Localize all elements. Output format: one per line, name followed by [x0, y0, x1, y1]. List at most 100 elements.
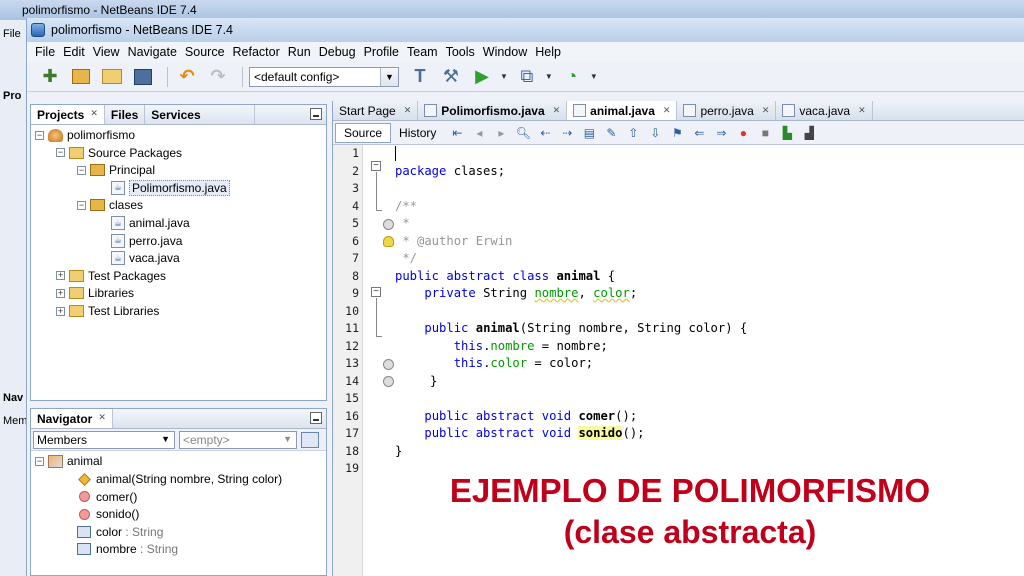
save-all-button[interactable] [130, 65, 156, 89]
tree-item[interactable]: ☕ Polimorfismo.java [98, 179, 230, 197]
collapse-icon[interactable]: − [35, 456, 44, 466]
tree-item[interactable]: − polimorfismo [35, 126, 135, 144]
close-icon[interactable]: ✕ [404, 105, 412, 116]
undo-button[interactable]: ↶ [174, 65, 200, 89]
next-bookmark-icon[interactable]: ⇩ [646, 125, 664, 141]
navigator-root-class[interactable]: − animal [35, 452, 102, 470]
navigator-member[interactable]: nombre : String [77, 540, 178, 558]
start-macro-icon[interactable]: ● [734, 125, 752, 141]
uncomment-icon[interactable]: ▟ [800, 125, 818, 141]
new-file-button[interactable]: ✚ [37, 65, 63, 89]
close-icon[interactable]: ✕ [553, 105, 561, 116]
menu-debug[interactable]: Debug [315, 45, 360, 59]
menu-navigate[interactable]: Navigate [124, 45, 181, 59]
members-filter-select[interactable]: Members ▼ [33, 430, 175, 449]
navigator-member[interactable]: animal(String nombre, String color) [77, 470, 282, 488]
redo-button[interactable]: ↷ [205, 65, 231, 89]
fold-collapse-icon[interactable]: − [371, 161, 381, 171]
shift-left-icon[interactable]: ⇐ [690, 125, 708, 141]
close-icon[interactable]: ✕ [98, 412, 106, 428]
tree-item[interactable]: + Test Packages [56, 267, 166, 285]
navigator-member[interactable]: comer() [77, 488, 137, 506]
menu-help[interactable]: Help [531, 45, 565, 59]
scope-select[interactable]: <empty> ▼ [179, 430, 297, 449]
menu-team[interactable]: Team [403, 45, 442, 59]
comment-icon[interactable]: ▙ [778, 125, 796, 141]
tab-animal-java[interactable]: animal.java ✕ [567, 101, 678, 120]
minimize-icon[interactable] [310, 108, 322, 120]
tree-item[interactable]: − Source Packages [56, 144, 182, 162]
navigator-member[interactable]: color : String [77, 523, 163, 541]
toggle-bookmark-icon[interactable]: ⚑ [668, 125, 686, 141]
expand-icon[interactable]: + [56, 288, 65, 298]
tab-services[interactable]: Services [145, 105, 256, 124]
stop-macro-icon[interactable]: ■ [756, 125, 774, 141]
hint-bulb-icon[interactable] [383, 236, 394, 247]
toggle-highlight-icon[interactable]: ✎ [602, 125, 620, 141]
find-icon[interactable]: 🔍︎ [514, 125, 532, 141]
minimize-icon[interactable] [310, 412, 322, 424]
tree-item[interactable]: − Principal [77, 161, 155, 179]
implemented-by-icon[interactable] [383, 376, 394, 387]
filter-options-icon[interactable] [301, 431, 319, 448]
menu-view[interactable]: View [89, 45, 124, 59]
find-selection-icon[interactable]: ▤ [580, 125, 598, 141]
collapse-icon[interactable]: − [77, 200, 86, 210]
collapse-icon[interactable]: − [56, 148, 65, 158]
collapse-icon[interactable]: − [77, 165, 86, 175]
clean-build-button[interactable]: ⚒ [438, 65, 464, 89]
forward-icon[interactable]: ▸ [492, 125, 510, 141]
tab-perro-java[interactable]: perro.java ✕ [677, 101, 777, 120]
back-icon[interactable]: ◂ [470, 125, 488, 141]
profile-dropdown-icon[interactable]: ▼ [590, 72, 598, 81]
expand-icon[interactable]: + [56, 271, 65, 281]
profile-button[interactable]: ◔ [559, 65, 585, 89]
new-project-button[interactable] [68, 65, 94, 89]
fold-collapse-icon[interactable]: − [371, 287, 381, 297]
menu-refactor[interactable]: Refactor [229, 45, 284, 59]
menu-file[interactable]: File [31, 45, 59, 59]
last-edit-icon[interactable]: ⇤ [448, 125, 466, 141]
tree-item[interactable]: + Libraries [56, 284, 134, 302]
config-select[interactable]: <default config> ▼ [249, 66, 399, 87]
menu-run[interactable]: Run [284, 45, 315, 59]
debug-button[interactable]: ⧉ [514, 65, 540, 89]
close-icon[interactable]: ✕ [858, 105, 866, 116]
expand-icon[interactable]: + [56, 306, 65, 316]
close-icon[interactable]: ✕ [762, 105, 770, 116]
close-icon[interactable]: ✕ [663, 105, 671, 116]
build-button[interactable]: T [407, 65, 433, 89]
shift-right-icon[interactable]: ⇒ [712, 125, 730, 141]
run-button[interactable]: ▶ [469, 65, 495, 89]
menu-edit[interactable]: Edit [59, 45, 89, 59]
run-dropdown-icon[interactable]: ▼ [500, 72, 508, 81]
menu-window[interactable]: Window [479, 45, 531, 59]
tree-item[interactable]: ☕ animal.java [98, 214, 190, 232]
collapse-icon[interactable]: − [35, 130, 44, 140]
tree-item[interactable]: ☕ vaca.java [98, 249, 180, 267]
history-view-button[interactable]: History [393, 124, 442, 142]
find-previous-icon[interactable]: ⇠ [536, 125, 554, 141]
close-icon[interactable]: ✕ [90, 108, 98, 124]
previous-bookmark-icon[interactable]: ⇧ [624, 125, 642, 141]
tab-polimorfismo-java[interactable]: Polimorfismo.java ✕ [418, 101, 568, 120]
find-next-icon[interactable]: ⇢ [558, 125, 576, 141]
implemented-by-icon[interactable] [383, 359, 394, 370]
tab-navigator[interactable]: Navigator ✕ [31, 409, 113, 428]
implemented-by-icon[interactable] [383, 219, 394, 230]
tab-vaca-java[interactable]: vaca.java ✕ [776, 101, 873, 120]
debug-dropdown-icon[interactable]: ▼ [545, 72, 553, 81]
tab-files[interactable]: Files [105, 105, 146, 124]
menu-profile[interactable]: Profile [360, 45, 403, 59]
menu-tools[interactable]: Tools [442, 45, 479, 59]
tree-item[interactable]: ☕ perro.java [98, 232, 182, 250]
code-text-area[interactable]: package clases; /** * * @author Erwin */… [395, 145, 1024, 576]
tab-projects[interactable]: Projects ✕ [31, 105, 105, 124]
open-project-button[interactable] [99, 65, 125, 89]
tree-item[interactable]: − clases [77, 196, 143, 214]
tree-item[interactable]: + Test Libraries [56, 302, 159, 320]
tab-start-page[interactable]: Start Page ✕ [333, 101, 419, 120]
navigator-member[interactable]: sonido() [77, 505, 139, 523]
source-view-button[interactable]: Source [335, 122, 392, 143]
menu-source[interactable]: Source [181, 45, 229, 59]
